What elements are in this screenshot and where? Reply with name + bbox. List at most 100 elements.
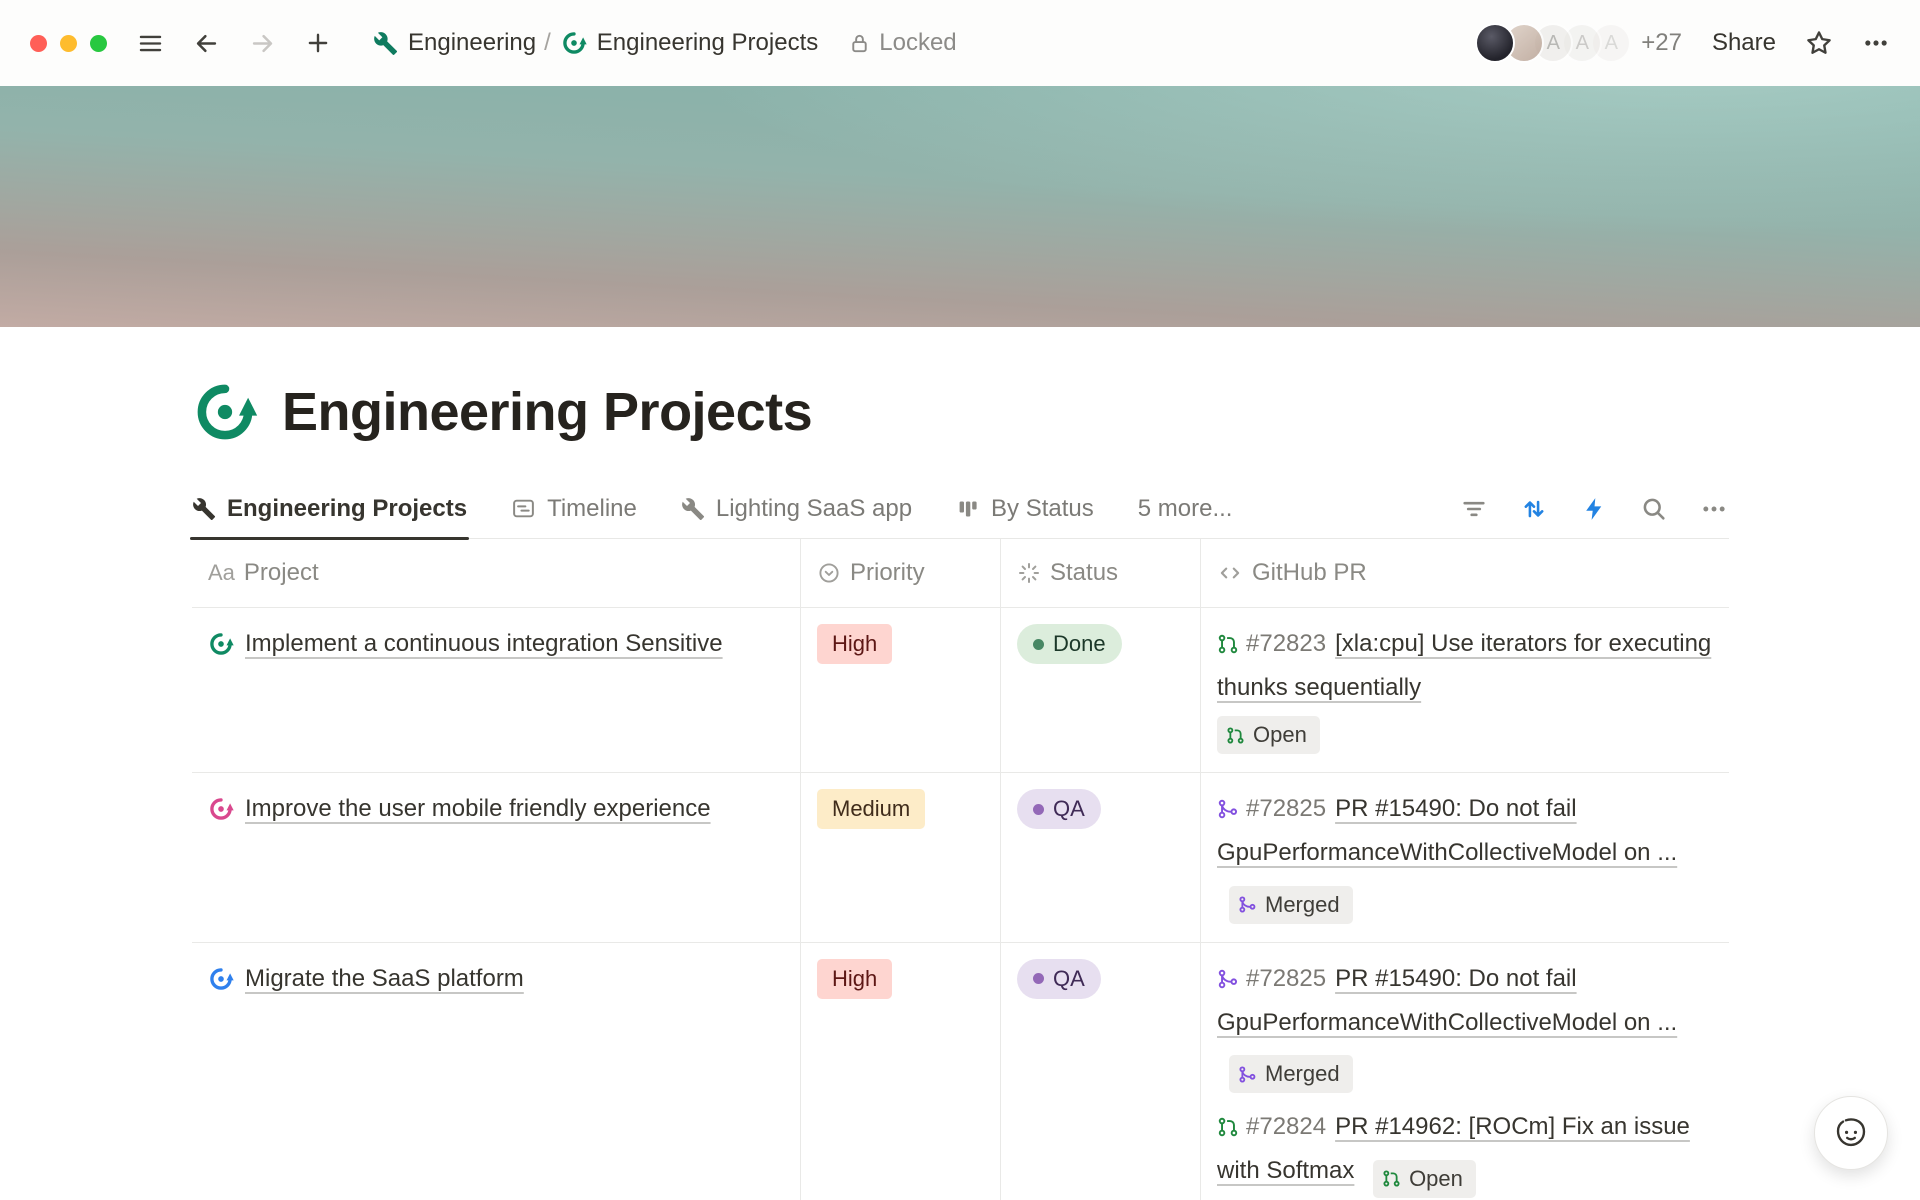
github-pr-cell[interactable]: #72823[xla:cpu] Use iterators for execut… (1200, 608, 1729, 772)
priority-cell[interactable]: High (800, 943, 1000, 1200)
pr-number: #72824 (1246, 1113, 1326, 1140)
automations-bolt-icon[interactable] (1579, 494, 1609, 524)
pull-request-merged-icon (1238, 895, 1257, 914)
project-cell[interactable]: Implement a continuous integration Sensi… (192, 608, 800, 772)
project-logo-icon (208, 631, 234, 657)
tab-label: By Status (991, 495, 1094, 523)
status-dot (1033, 639, 1044, 650)
code-icon (1217, 560, 1243, 586)
table-header: Aa Project Priority Status GitHub PR (192, 539, 1729, 608)
page-title[interactable]: Engineering Projects (282, 381, 812, 443)
project-logo-icon (208, 796, 234, 822)
project-title-link[interactable]: Improve the user mobile friendly experie… (245, 787, 711, 831)
priority-pill[interactable]: High (817, 624, 892, 664)
pr-state-badge[interactable]: Merged (1229, 886, 1353, 924)
table-row: Migrate the SaaS platform High QA #72825… (192, 943, 1729, 1200)
tab-more-views[interactable]: 5 more... (1138, 479, 1233, 539)
pr-state-badge[interactable]: Open (1373, 1160, 1476, 1198)
github-pr-cell[interactable]: #72825PR #15490: Do not fail GpuPerforma… (1200, 773, 1729, 942)
status-cell[interactable]: Done (1000, 608, 1200, 772)
pr-number: #72825 (1246, 795, 1326, 822)
breadcrumb-teamspace[interactable]: Engineering (373, 29, 536, 57)
priority-cell[interactable]: Medium (800, 773, 1000, 942)
pr-mention[interactable]: #72823[xla:cpu] Use iterators for execut… (1217, 622, 1713, 754)
collaborator-avatars[interactable]: A A A (1475, 23, 1631, 63)
page-logo-icon[interactable] (192, 379, 258, 445)
share-button[interactable]: Share (1712, 29, 1776, 57)
timeline-icon (511, 496, 536, 521)
status-pill[interactable]: QA (1017, 959, 1101, 999)
status-cell[interactable]: QA (1000, 773, 1200, 942)
column-label: Project (244, 559, 319, 587)
forward-icon[interactable] (247, 28, 277, 58)
pull-request-merged-icon (1238, 1065, 1257, 1084)
traffic-lights (30, 35, 107, 52)
status-pill[interactable]: Done (1017, 624, 1122, 664)
search-icon[interactable] (1639, 494, 1669, 524)
status-label: Done (1053, 631, 1106, 657)
column-header-status[interactable]: Status (1000, 539, 1200, 607)
new-page-icon[interactable] (303, 28, 333, 58)
text-property-icon: Aa (208, 560, 235, 586)
tab-label: 5 more... (1138, 495, 1233, 523)
pr-mention[interactable]: #72824PR #14962: [ROCm] Fix an issue wit… (1217, 1105, 1713, 1198)
tab-timeline[interactable]: Timeline (511, 479, 637, 539)
more-options-icon[interactable] (1862, 29, 1890, 57)
pr-mention[interactable]: #72825PR #15490: Do not fail GpuPerforma… (1217, 787, 1713, 924)
back-icon[interactable] (191, 28, 221, 58)
priority-cell[interactable]: High (800, 608, 1000, 772)
lock-icon (848, 32, 871, 55)
pr-state-badge[interactable]: Open (1217, 716, 1320, 754)
avatar[interactable] (1475, 23, 1515, 63)
pr-state-badge[interactable]: Merged (1229, 1055, 1353, 1093)
notion-ai-face-icon (1832, 1114, 1870, 1152)
select-circle-icon (817, 561, 841, 585)
breadcrumb-page[interactable]: Engineering Projects (561, 29, 818, 57)
minimize-window-button[interactable] (60, 35, 77, 52)
page-cover-image[interactable] (0, 86, 1920, 327)
priority-pill[interactable]: Medium (817, 789, 925, 829)
tab-engineering-projects[interactable]: Engineering Projects (192, 479, 467, 539)
sort-icon[interactable] (1519, 494, 1549, 524)
tab-by-status[interactable]: By Status (956, 479, 1094, 539)
table-row: Improve the user mobile friendly experie… (192, 773, 1729, 943)
breadcrumb: Engineering / Engineering Projects Locke… (373, 29, 957, 57)
database-table: Aa Project Priority Status GitHub PR (192, 539, 1729, 1200)
breadcrumb-root-label: Engineering (408, 29, 536, 57)
view-more-icon[interactable] (1699, 494, 1729, 524)
status-pill[interactable]: QA (1017, 789, 1101, 829)
notion-ai-button[interactable] (1814, 1096, 1888, 1170)
window-titlebar: Engineering / Engineering Projects Locke… (0, 0, 1920, 86)
lock-status[interactable]: Locked (848, 29, 956, 57)
column-label: Priority (850, 559, 925, 587)
project-logo-icon (208, 966, 234, 992)
column-header-github-pr[interactable]: GitHub PR (1200, 539, 1729, 607)
project-title-link[interactable]: Implement a continuous integration Sensi… (245, 622, 723, 666)
pull-request-open-icon (1217, 633, 1239, 655)
board-icon (956, 497, 980, 521)
tab-lighting-saas-app[interactable]: Lighting SaaS app (681, 479, 912, 539)
priority-pill[interactable]: High (817, 959, 892, 999)
pr-state-label: Merged (1265, 883, 1340, 927)
pr-number: #72823 (1246, 630, 1326, 657)
sidebar-toggle-icon[interactable] (135, 28, 165, 58)
pull-request-open-icon (1226, 726, 1245, 745)
project-cell[interactable]: Migrate the SaaS platform (192, 943, 800, 1200)
status-cell[interactable]: QA (1000, 943, 1200, 1200)
filter-icon[interactable] (1459, 494, 1489, 524)
column-header-priority[interactable]: Priority (800, 539, 1000, 607)
github-pr-cell[interactable]: #72825PR #15490: Do not fail GpuPerforma… (1200, 943, 1729, 1200)
pull-request-open-icon (1382, 1169, 1401, 1188)
project-title-link[interactable]: Migrate the SaaS platform (245, 957, 524, 1001)
project-logo-icon (561, 30, 587, 56)
column-header-project[interactable]: Aa Project (192, 539, 800, 607)
project-cell[interactable]: Improve the user mobile friendly experie… (192, 773, 800, 942)
close-window-button[interactable] (30, 35, 47, 52)
pr-mention[interactable]: #72825PR #15490: Do not fail GpuPerforma… (1217, 957, 1713, 1094)
status-burst-icon (1017, 561, 1041, 585)
zoom-window-button[interactable] (90, 35, 107, 52)
avatar-overflow-count[interactable]: +27 (1641, 29, 1682, 57)
favorite-star-icon[interactable] (1804, 28, 1834, 58)
locked-label: Locked (879, 29, 956, 57)
tab-label: Lighting SaaS app (716, 495, 912, 523)
